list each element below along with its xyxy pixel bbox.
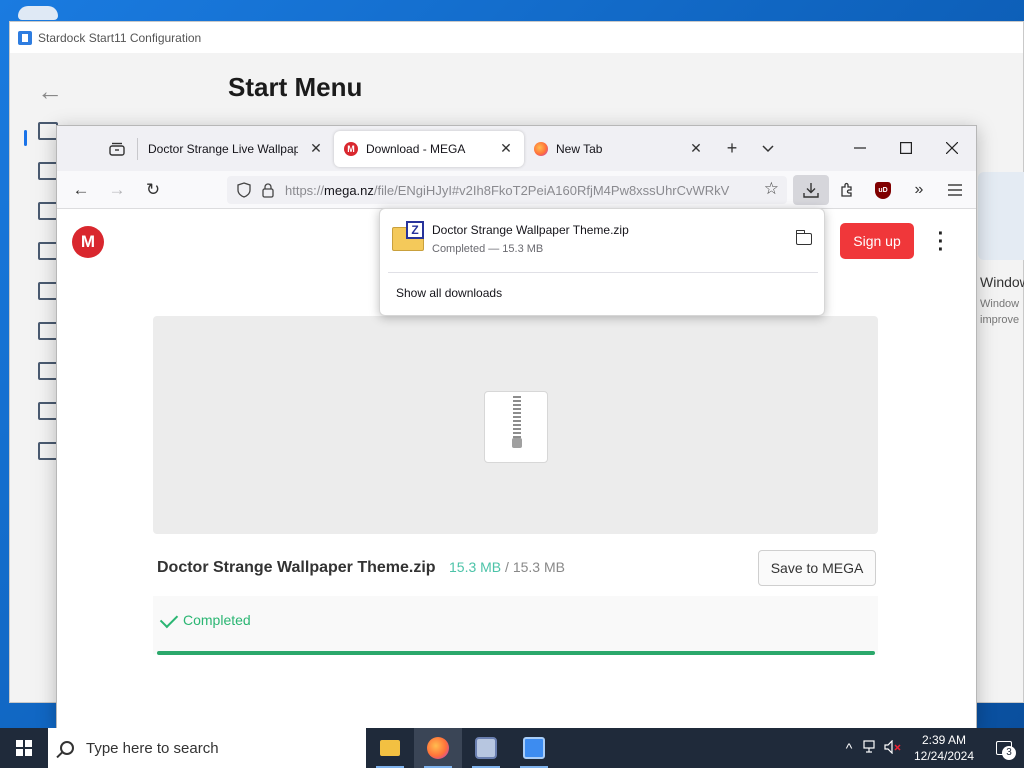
search-icon — [60, 741, 74, 755]
save-to-mega-button[interactable]: Save to MEGA — [758, 550, 876, 586]
start-button[interactable] — [0, 728, 48, 768]
more-options-icon[interactable]: · · · — [937, 224, 945, 260]
refresh-icon[interactable] — [38, 362, 58, 380]
clock[interactable]: 2:39 AM 12/24/2024 — [904, 732, 984, 764]
bookmark-star-icon[interactable]: ☆ — [764, 179, 779, 199]
start11-window-title: Stardock Start11 Configuration — [38, 30, 202, 45]
download-item[interactable]: Z Doctor Strange Wallpaper Theme.zip Com… — [388, 217, 818, 267]
notification-center-icon[interactable]: 3 — [984, 728, 1024, 768]
start-menu-icon[interactable] — [38, 122, 58, 140]
sign-up-button[interactable]: Sign up — [840, 223, 914, 259]
open-folder-icon[interactable] — [795, 230, 812, 245]
taskbar-icon[interactable] — [38, 162, 58, 180]
download-file-status: Completed — 15.3 MB — [432, 243, 544, 255]
firefox-icon — [427, 737, 449, 759]
window-icon[interactable] — [38, 202, 58, 220]
tab-label: New Tab — [556, 141, 603, 156]
info-icon[interactable] — [38, 402, 58, 420]
firefox-window: Doctor Strange Live Wallpaper ✕ M Downlo… — [56, 125, 977, 728]
firefox-favicon-icon — [534, 141, 548, 156]
download-status: Completed — [183, 612, 251, 628]
downloads-icon[interactable] — [793, 175, 829, 205]
overflow-chevron-icon[interactable]: » — [901, 175, 937, 205]
divider — [388, 272, 818, 273]
file-explorer-icon — [380, 740, 400, 756]
clock-date: 12/24/2024 — [913, 749, 975, 763]
new-tab-plus-icon[interactable]: + — [714, 134, 750, 164]
taskbar: Type here to search ^ 2:39 AM 12/24/2024… — [0, 728, 1024, 768]
close-tab-icon[interactable]: ✕ — [308, 140, 324, 157]
close-tab-icon[interactable]: ✕ — [688, 140, 704, 157]
ublock-origin-icon[interactable]: uD — [865, 175, 901, 205]
tab-new-tab[interactable]: New Tab ✕ — [524, 131, 714, 167]
tab-list-icon[interactable] — [97, 134, 137, 164]
style-card-description: Window improve — [980, 298, 1020, 326]
close-tab-icon[interactable]: ✕ — [498, 140, 514, 157]
downloads-panel: Z Doctor Strange Wallpaper Theme.zip Com… — [379, 208, 825, 316]
desktop: Stardock Start11 Configuration ← Start M… — [0, 0, 1024, 728]
download-file-name: Doctor Strange Wallpaper Theme.zip — [432, 223, 629, 237]
taskbar-search[interactable]: Type here to search — [48, 728, 366, 768]
extensions-icon[interactable] — [829, 175, 865, 205]
hamburger-menu-icon[interactable] — [937, 175, 973, 205]
search-placeholder: Type here to search — [86, 739, 219, 757]
keyboard-icon[interactable] — [38, 242, 58, 260]
page-title: Start Menu — [228, 72, 363, 102]
maximize-icon[interactable] — [883, 133, 929, 163]
tab-label: Download - MEGA — [366, 141, 466, 156]
tab-bar: Doctor Strange Live Wallpaper ✕ M Downlo… — [57, 126, 976, 171]
clock-time: 2:39 AM — [921, 733, 967, 747]
url-bar[interactable]: https://mega.nz/file/ENgiHJyI#v2Ih8FkoT2… — [227, 176, 787, 204]
start11-titlebar[interactable]: Stardock Start11 Configuration — [10, 22, 1023, 53]
reload-icon[interactable]: ↻ — [135, 175, 171, 205]
mega-favicon-icon: M — [344, 141, 358, 156]
file-preview — [153, 316, 878, 534]
start11-app-icon — [18, 30, 32, 45]
windows-logo-icon — [16, 740, 32, 756]
start11-icon — [523, 737, 545, 759]
style-card-title: Window — [980, 274, 1024, 290]
zip-file-icon — [484, 391, 548, 463]
window-controls — [837, 133, 975, 163]
lock-icon[interactable] — [261, 182, 275, 198]
settings-app-icon — [475, 737, 497, 759]
forward-icon[interactable]: → — [99, 175, 135, 205]
taskbar-start11[interactable] — [510, 728, 558, 768]
system-tray: ^ 2:39 AM 12/24/2024 3 — [838, 728, 1024, 768]
zip-archive-icon: Z — [392, 221, 424, 251]
back-icon[interactable]: ← — [63, 175, 99, 205]
list-all-tabs-chevron-icon[interactable] — [750, 134, 786, 164]
minimize-icon[interactable] — [837, 133, 883, 163]
sidebar-active-indicator — [24, 130, 27, 146]
toolbar-icon[interactable] — [38, 322, 58, 340]
network-icon[interactable] — [860, 739, 882, 757]
download-progress-bar — [157, 651, 875, 655]
toolbar-right: uD » — [793, 175, 973, 205]
notification-count: 3 — [1002, 746, 1016, 760]
show-all-downloads-link[interactable]: Show all downloads — [396, 286, 502, 300]
taskbar-firefox[interactable] — [414, 728, 462, 768]
tab-label: Doctor Strange Live Wallpaper — [148, 141, 298, 156]
cart-icon[interactable] — [38, 442, 58, 460]
tab-download-mega[interactable]: M Download - MEGA ✕ — [334, 130, 524, 167]
back-arrow-icon[interactable]: ← — [37, 76, 63, 107]
tab-doctor-strange[interactable]: Doctor Strange Live Wallpaper ✕ — [138, 131, 334, 167]
tracking-shield-icon[interactable] — [237, 182, 251, 198]
tray-chevron-up-icon[interactable]: ^ — [838, 740, 860, 756]
url-text[interactable]: https://mega.nz/file/ENgiHJyI#v2Ih8FkoT2… — [285, 183, 755, 198]
search-settings-icon[interactable] — [38, 282, 58, 300]
download-status-row — [153, 596, 878, 654]
close-window-icon[interactable] — [929, 133, 975, 163]
file-name: Doctor Strange Wallpaper Theme.zip — [157, 559, 436, 576]
nav-toolbar: ← → ↻ https://mega.nz/file/ENgiHJyI#v2Ih… — [57, 171, 976, 209]
mega-logo-icon[interactable]: M — [72, 226, 104, 258]
taskbar-file-explorer[interactable] — [366, 728, 414, 768]
desktop-icon[interactable] — [18, 6, 58, 20]
taskbar-settings-app[interactable] — [462, 728, 510, 768]
download-size: 15.3 MB / 15.3 MB — [449, 559, 565, 575]
volume-muted-icon[interactable] — [882, 739, 904, 757]
style-preview-card[interactable] — [978, 172, 1024, 260]
